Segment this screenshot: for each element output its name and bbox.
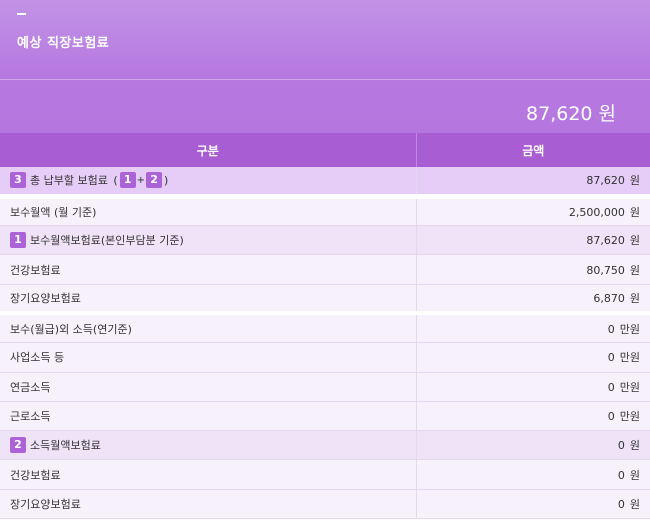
row-amount: 0 (617, 439, 625, 453)
row-unit: 만원 (619, 410, 640, 424)
row-amount-cell: 6,870 원 (416, 284, 650, 316)
total-premium-unit: 원 (598, 103, 616, 125)
row-unit: 원 (629, 468, 640, 482)
row-unit: 원 (629, 292, 640, 306)
row-label-cell: 건강보험료 (0, 459, 417, 490)
row-amount-cell: 87,620 원 (416, 225, 650, 256)
row-label-cell: 사업소득 등 (0, 342, 417, 373)
total-payable-label-cell: 3 총 납부할 보험료 (1 +2) (0, 167, 417, 199)
row-label-cell: 연금소득 (0, 372, 417, 402)
table-row-income-premium: 2 소득월액보험료 0원 (0, 430, 650, 461)
formula-badge-1: 1 (119, 172, 136, 189)
table-row-health-insurance: 건강보험료 80,750 원 (0, 254, 650, 285)
total-payable-amount-cell: 87,620 원 (416, 167, 650, 199)
row-amount-cell: 0원 (416, 489, 650, 520)
table-row-earned-income: 근로소득 0 만원 (0, 401, 650, 432)
minimize-icon[interactable] (17, 13, 26, 15)
row-label-cell: 2 소득월액보험료 (0, 430, 417, 461)
table-row-longterm-care: 장기요양보험료 6,870 원 (0, 284, 650, 316)
table-row-longterm-care-2: 장기요양보험료 0원 (0, 489, 650, 520)
row-label: 보수월액보험료(본인부담분 기준) (30, 234, 184, 248)
row-amount-cell: 2,500,000 원 (416, 196, 650, 227)
row-amount: 87,620 (586, 234, 625, 248)
row-label: 연금소득 (10, 380, 51, 394)
row-label: 소득월액보험료 (30, 439, 101, 453)
row-unit: 원 (629, 234, 640, 248)
row-amount: 0 (607, 380, 615, 394)
row-amount: 80,750 (586, 263, 625, 277)
formula-plus: + (136, 174, 146, 186)
formula-badge-2: 2 (146, 172, 163, 189)
row-label: 장기요양보험료 (10, 292, 81, 306)
table-row-salary-premium: 1 보수월액보험료(본인부담분 기준) 87,620 원 (0, 225, 650, 256)
row-label-cell: 장기요양보험료 (0, 284, 417, 316)
row-amount: 6,870 (593, 292, 625, 306)
row-label: 장기요양보험료 (10, 497, 81, 511)
row-unit: 원 (629, 497, 640, 511)
row-amount-cell: 80,750 원 (416, 254, 650, 285)
row-label-cell: 보수(월급)외 소득(연기준) (0, 313, 417, 344)
row-amount-cell: 0 만원 (416, 401, 650, 432)
row-label-cell: 근로소득 (0, 401, 417, 432)
row-amount: 0 (607, 351, 615, 365)
page-title: 예상 직장보험료 (17, 36, 110, 51)
premium-table: 구분 금액 3총 납부할 보험료 (1 +2) 87,620 원 보수월액 (월 기… (0, 133, 650, 520)
table-header-row: 구분 금액 (0, 133, 650, 167)
formula-open: ( (113, 173, 118, 187)
total-payable-amount: 87,620 (586, 174, 625, 188)
table-row-health-insurance-2: 건강보험료 0원 (0, 459, 650, 490)
row-label-cell: 보수월액 (월 기준) (0, 196, 417, 227)
total-payable-label: 총 납부할 보험료 (30, 174, 108, 188)
row-amount-cell: 0원 (416, 459, 650, 490)
table-row-pension-income: 연금소득 0 만원 (0, 372, 650, 402)
total-premium-value: 87,620 (526, 103, 593, 125)
header-divider (0, 79, 650, 80)
row-amount-cell: 0 만원 (416, 372, 650, 402)
badge-2: 2 (10, 437, 26, 454)
row-label: 근로소득 (10, 410, 51, 424)
row-label: 보수(월급)외 소득(연기준) (10, 322, 132, 336)
row-amount: 0 (607, 322, 615, 336)
row-label: 보수월액 (월 기준) (10, 205, 97, 219)
row-unit: 원 (629, 439, 640, 453)
row-amount: 0 (607, 410, 615, 424)
row-label: 건강보험료 (10, 263, 61, 277)
total-premium: 87,620 원 (526, 99, 616, 126)
row-label-cell: 1 보수월액보험료(본인부담분 기준) (0, 225, 417, 256)
row-label-cell: 건강보험료 (0, 254, 417, 285)
column-header-category: 구분 (0, 133, 417, 167)
total-payable-unit: 원 (629, 174, 640, 188)
row-label-cell: 장기요양보험료 (0, 489, 417, 520)
row-unit: 만원 (619, 351, 640, 365)
row-amount-cell: 0 만원 (416, 313, 650, 344)
row-amount: 0 (617, 468, 625, 482)
row-label: 건강보험료 (10, 468, 61, 482)
table-row-business-income: 사업소득 등 0 만원 (0, 342, 650, 373)
formula-close: ) (164, 173, 169, 187)
row-label: 사업소득 등 (10, 351, 65, 365)
badge-3: 3 (10, 172, 26, 189)
result-header: 예상 직장보험료 87,620 원 (0, 0, 650, 133)
row-unit: 원 (629, 263, 640, 277)
row-amount-cell: 0원 (416, 430, 650, 461)
row-unit: 만원 (619, 380, 640, 394)
table-row-monthly-salary: 보수월액 (월 기준) 2,500,000 원 (0, 196, 650, 227)
row-amount-cell: 0 만원 (416, 342, 650, 373)
table-row-other-income: 보수(월급)외 소득(연기준) 0 만원 (0, 313, 650, 344)
row-amount: 0 (617, 497, 625, 511)
badge-1: 1 (10, 232, 26, 249)
row-unit: 원 (629, 205, 640, 219)
row-unit: 만원 (619, 322, 640, 336)
column-header-amount: 금액 (416, 133, 650, 167)
total-payable-row: 3 총 납부할 보험료 (1 +2) 87,620 원 (0, 167, 650, 199)
row-amount: 2,500,000 (568, 205, 625, 219)
